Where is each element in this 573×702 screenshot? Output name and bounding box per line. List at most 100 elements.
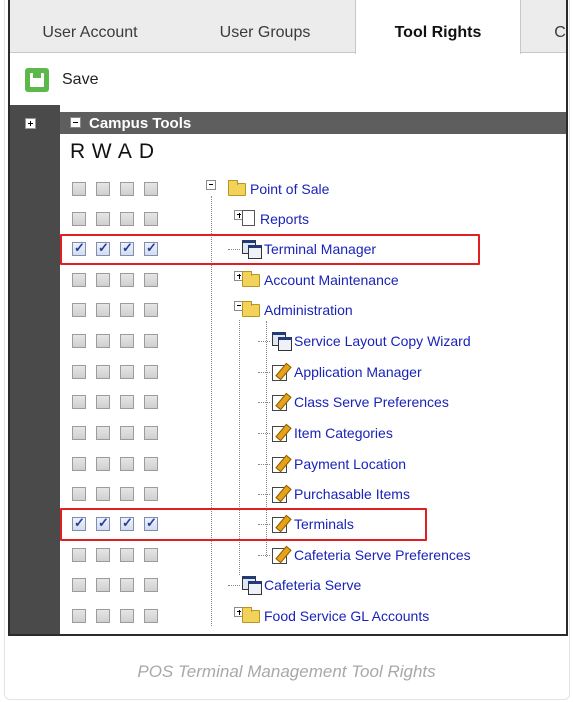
read-right-checkbox[interactable]	[72, 334, 86, 348]
delete-right-checkbox[interactable]	[144, 578, 158, 592]
write-right-checkbox[interactable]	[96, 487, 110, 501]
add-right-checkbox[interactable]	[120, 426, 134, 440]
tree-item-label[interactable]: Item Categories	[294, 425, 393, 441]
folder-icon	[242, 607, 260, 623]
delete-right-checkbox[interactable]	[144, 212, 158, 226]
figure-caption: POS Terminal Management Tool Rights	[137, 662, 436, 681]
read-right-checkbox[interactable]	[72, 273, 86, 287]
window-icon	[242, 576, 262, 595]
read-right-checkbox[interactable]	[72, 578, 86, 592]
tree-row: Service Layout Copy Wizard	[10, 327, 516, 357]
tree-connector	[258, 341, 270, 342]
edit-icon	[272, 363, 290, 381]
save-icon[interactable]	[25, 68, 49, 92]
save-button[interactable]: Save	[62, 71, 98, 89]
tree-item-label[interactable]: Cafeteria Serve Preferences	[294, 547, 471, 563]
tab-bar: User Account User Groups Tool Rights C	[10, 0, 566, 54]
window-icon	[272, 332, 292, 351]
tree-item-label[interactable]: Food Service GL Accounts	[264, 608, 429, 624]
add-right-checkbox[interactable]	[120, 395, 134, 409]
delete-right-checkbox[interactable]	[144, 426, 158, 440]
add-right-checkbox[interactable]	[120, 303, 134, 317]
tree-item-label[interactable]: Application Manager	[294, 364, 422, 380]
tree-connector	[258, 494, 270, 495]
tree-item-label[interactable]: Class Serve Preferences	[294, 394, 449, 410]
read-right-checkbox[interactable]	[72, 182, 86, 196]
tree-item-label[interactable]: Account Maintenance	[264, 272, 399, 288]
tree-item-label[interactable]: Service Layout Copy Wizard	[294, 333, 471, 349]
read-right-checkbox[interactable]	[72, 365, 86, 379]
collapse-icon[interactable]	[70, 117, 81, 128]
read-right-checkbox[interactable]	[72, 609, 86, 623]
delete-right-checkbox[interactable]	[144, 487, 158, 501]
read-right-checkbox[interactable]	[72, 303, 86, 317]
delete-right-checkbox[interactable]	[144, 609, 158, 623]
read-right-checkbox[interactable]	[72, 426, 86, 440]
write-right-checkbox[interactable]	[96, 303, 110, 317]
add-right-checkbox[interactable]	[120, 578, 134, 592]
tree-item-label[interactable]: Reports	[260, 211, 309, 227]
folder-icon	[242, 301, 260, 317]
read-right-checkbox[interactable]	[72, 457, 86, 471]
tree-row: Reports	[10, 205, 516, 235]
tree-row: Item Categories	[10, 419, 516, 449]
write-right-checkbox[interactable]	[96, 578, 110, 592]
folder-icon	[242, 271, 260, 287]
campus-tools-header: Campus Tools	[60, 112, 566, 134]
tree-item-label[interactable]: Cafeteria Serve	[264, 577, 361, 593]
write-right-checkbox[interactable]	[96, 457, 110, 471]
tree-row: Class Serve Preferences	[10, 388, 516, 418]
read-right-checkbox[interactable]	[72, 395, 86, 409]
tab-overflow[interactable]: C	[540, 0, 566, 53]
add-right-checkbox[interactable]	[120, 273, 134, 287]
delete-right-checkbox[interactable]	[144, 334, 158, 348]
tree-item-label[interactable]: Point of Sale	[250, 181, 329, 197]
write-right-checkbox[interactable]	[96, 609, 110, 623]
tree-item-label[interactable]: Administration	[264, 302, 353, 318]
delete-right-checkbox[interactable]	[144, 273, 158, 287]
delete-right-checkbox[interactable]	[144, 303, 158, 317]
tool-rights-panel: User Account User Groups Tool Rights C S…	[8, 0, 568, 636]
tree-row: Payment Location	[10, 450, 516, 480]
add-right-checkbox[interactable]	[120, 457, 134, 471]
tree-item-label[interactable]: Purchasable Items	[294, 486, 410, 502]
edit-icon	[272, 393, 290, 411]
add-right-checkbox[interactable]	[120, 212, 134, 226]
delete-right-checkbox[interactable]	[144, 395, 158, 409]
tab-user-account[interactable]: User Account	[10, 0, 170, 53]
tree-row: Account Maintenance	[10, 266, 516, 296]
add-right-checkbox[interactable]	[120, 365, 134, 379]
delete-right-checkbox[interactable]	[144, 365, 158, 379]
delete-right-checkbox[interactable]	[144, 548, 158, 562]
collapse-icon[interactable]	[206, 180, 216, 190]
write-right-checkbox[interactable]	[96, 365, 110, 379]
tree-row: Cafeteria Serve Preferences	[10, 541, 516, 571]
tree-connector	[258, 433, 270, 434]
delete-right-checkbox[interactable]	[144, 457, 158, 471]
tab-tool-rights[interactable]: Tool Rights	[355, 0, 521, 54]
add-right-checkbox[interactable]	[120, 334, 134, 348]
edit-icon	[272, 546, 290, 564]
read-right-checkbox[interactable]	[72, 487, 86, 501]
tree-item-label[interactable]: Payment Location	[294, 456, 406, 472]
write-right-checkbox[interactable]	[96, 212, 110, 226]
edit-icon	[272, 455, 290, 473]
write-right-checkbox[interactable]	[96, 426, 110, 440]
tree-row: Application Manager	[10, 358, 516, 388]
write-right-checkbox[interactable]	[96, 334, 110, 348]
expand-icon[interactable]	[25, 118, 36, 129]
write-right-checkbox[interactable]	[96, 273, 110, 287]
tree-row: Purchasable Items	[10, 480, 516, 510]
add-right-checkbox[interactable]	[120, 182, 134, 196]
read-right-checkbox[interactable]	[72, 548, 86, 562]
read-right-checkbox[interactable]	[72, 212, 86, 226]
write-right-checkbox[interactable]	[96, 182, 110, 196]
tree-connector	[228, 585, 240, 586]
write-right-checkbox[interactable]	[96, 395, 110, 409]
delete-right-checkbox[interactable]	[144, 182, 158, 196]
add-right-checkbox[interactable]	[120, 548, 134, 562]
add-right-checkbox[interactable]	[120, 609, 134, 623]
add-right-checkbox[interactable]	[120, 487, 134, 501]
write-right-checkbox[interactable]	[96, 548, 110, 562]
tab-user-groups[interactable]: User Groups	[190, 0, 340, 53]
